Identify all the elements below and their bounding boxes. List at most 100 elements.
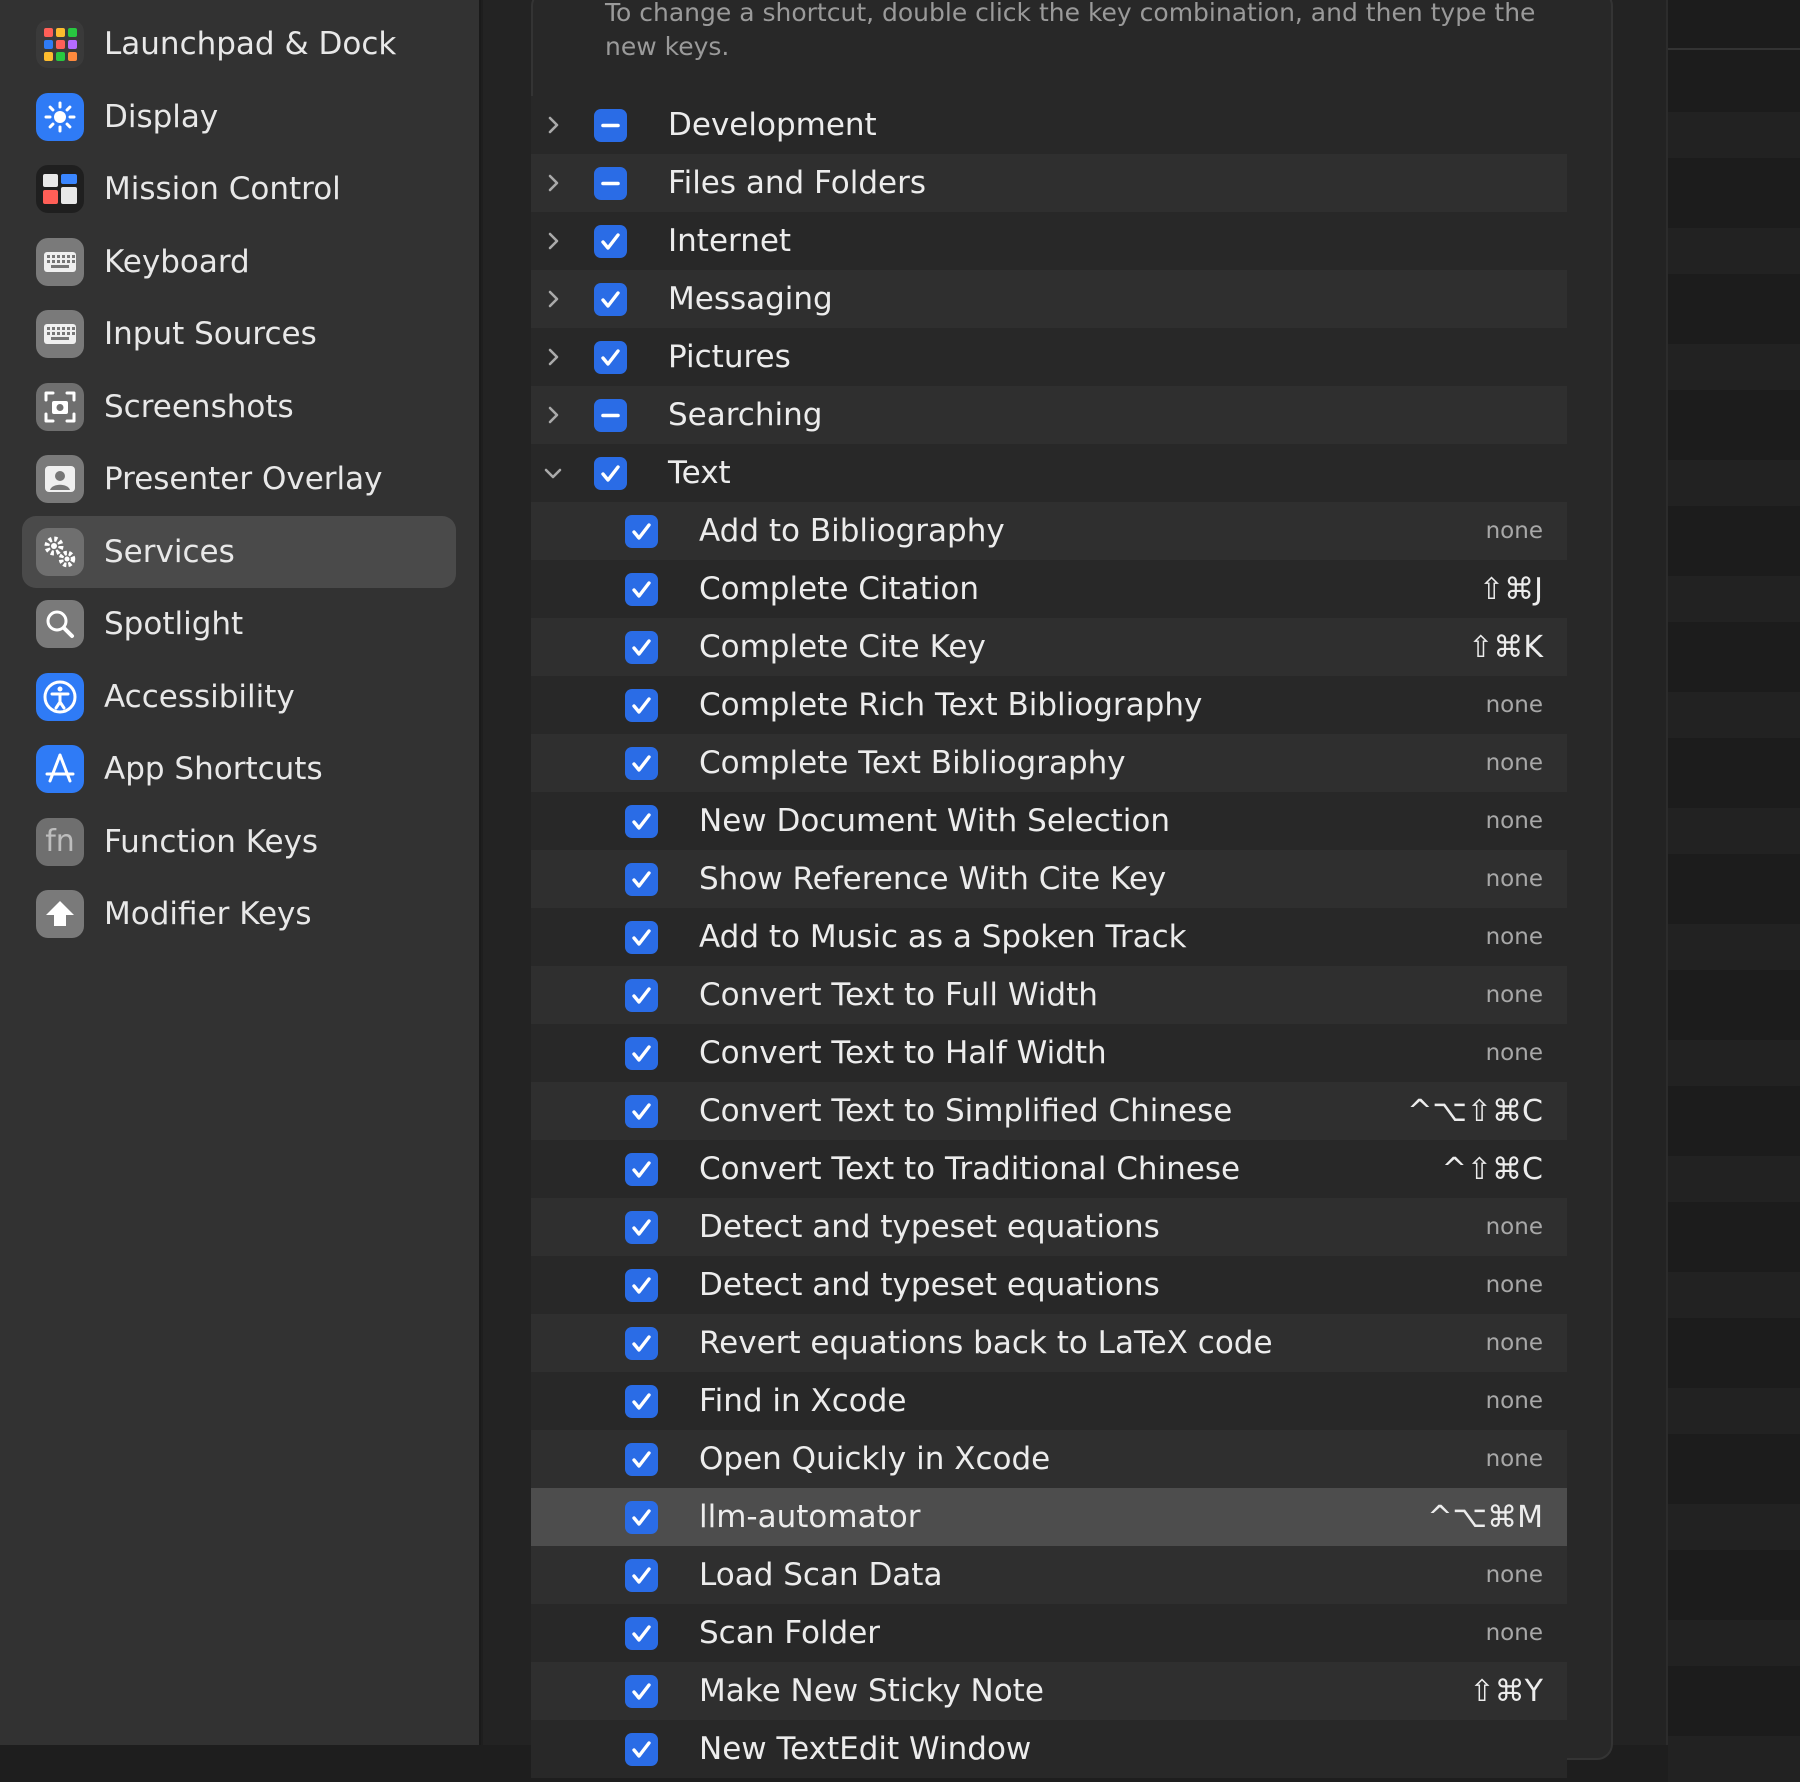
service-row[interactable]: Complete Rich Text Bibliography none: [531, 676, 1567, 734]
checkbox[interactable]: [625, 1500, 658, 1534]
shortcut-key[interactable]: none: [1486, 1562, 1543, 1588]
sidebar-item-function-keys[interactable]: fn Function Keys: [22, 806, 456, 878]
checkbox[interactable]: [625, 1152, 658, 1186]
checkbox[interactable]: [625, 1616, 658, 1650]
sidebar-item-accessibility[interactable]: Accessibility: [22, 661, 456, 733]
mixed-checkbox[interactable]: [594, 166, 627, 200]
shortcut-key[interactable]: none: [1486, 1388, 1543, 1414]
sidebar-item-keyboard[interactable]: Keyboard: [22, 226, 456, 298]
shortcut-key[interactable]: ⇧⌘K: [1468, 630, 1543, 665]
shortcut-key[interactable]: none: [1486, 1040, 1543, 1066]
checkbox[interactable]: [625, 1326, 658, 1360]
service-row[interactable]: Revert equations back to LaTeX code none: [531, 1314, 1567, 1372]
checkbox[interactable]: [625, 804, 658, 838]
sidebar-item-app-shortcuts[interactable]: App Shortcuts: [22, 733, 456, 805]
shortcut-key[interactable]: ⇧⌘J: [1479, 572, 1543, 607]
sidebar-item-spotlight[interactable]: Spotlight: [22, 588, 456, 660]
sidebar-item-presenter-overlay[interactable]: Presenter Overlay: [22, 443, 456, 515]
row-label: Complete Text Bibliography: [699, 745, 1126, 781]
service-row[interactable]: Find in Xcode none: [531, 1372, 1567, 1430]
checkbox[interactable]: [625, 514, 658, 548]
checkbox[interactable]: [625, 862, 658, 896]
checkbox[interactable]: [594, 340, 627, 374]
shortcut-key[interactable]: none: [1486, 982, 1543, 1008]
checkbox[interactable]: [625, 978, 658, 1012]
chevron-down-icon[interactable]: [541, 461, 565, 485]
category-row[interactable]: Files and Folders: [531, 154, 1567, 212]
shortcut-key[interactable]: none: [1486, 1272, 1543, 1298]
sidebar-item-input-sources[interactable]: Input Sources: [22, 298, 456, 370]
service-row[interactable]: New Document With Selection none: [531, 792, 1567, 850]
shortcut-key[interactable]: none: [1486, 1214, 1543, 1240]
shortcut-key[interactable]: none: [1486, 518, 1543, 544]
shortcut-key[interactable]: none: [1486, 808, 1543, 834]
checkbox[interactable]: [625, 1732, 658, 1766]
service-row[interactable]: Make New Sticky Note ⇧⌘Y: [531, 1662, 1567, 1720]
shortcut-key[interactable]: none: [1486, 866, 1543, 892]
shortcut-key[interactable]: none: [1486, 924, 1543, 950]
service-row[interactable]: Detect and typeset equations none: [531, 1198, 1567, 1256]
shortcut-key[interactable]: none: [1486, 750, 1543, 776]
sidebar-item-screenshots[interactable]: Screenshots: [22, 371, 456, 443]
service-row[interactable]: llm-automator ^⌥⌘M: [531, 1488, 1567, 1546]
service-row[interactable]: Convert Text to Traditional Chinese ^⇧⌘C: [531, 1140, 1567, 1198]
service-row[interactable]: Load Scan Data none: [531, 1546, 1567, 1604]
sidebar-item-display[interactable]: Display: [22, 81, 456, 153]
checkbox[interactable]: [625, 1442, 658, 1476]
shortcut-key[interactable]: none: [1486, 1446, 1543, 1472]
checkbox[interactable]: [625, 920, 658, 954]
checkbox[interactable]: [594, 282, 627, 316]
checkbox[interactable]: [594, 456, 627, 490]
shortcut-key[interactable]: none: [1486, 692, 1543, 718]
service-row[interactable]: Open Quickly in Xcode none: [531, 1430, 1567, 1488]
service-row[interactable]: Complete Citation ⇧⌘J: [531, 560, 1567, 618]
category-row[interactable]: Text: [531, 444, 1567, 502]
checkbox[interactable]: [625, 1036, 658, 1070]
chevron-right-icon[interactable]: [541, 287, 565, 311]
chevron-right-icon[interactable]: [541, 229, 565, 253]
checkbox[interactable]: [594, 224, 627, 258]
service-row[interactable]: Convert Text to Half Width none: [531, 1024, 1567, 1082]
sidebar-item-modifier-keys[interactable]: Modifier Keys: [22, 878, 456, 950]
checkbox[interactable]: [625, 746, 658, 780]
service-row[interactable]: New TextEdit Window: [531, 1720, 1567, 1778]
checkbox[interactable]: [625, 1268, 658, 1302]
service-row[interactable]: Scan Folder none: [531, 1604, 1567, 1662]
category-row[interactable]: Pictures: [531, 328, 1567, 386]
category-row[interactable]: Development: [531, 96, 1567, 154]
chevron-right-icon[interactable]: [541, 345, 565, 369]
shortcut-key[interactable]: ^⇧⌘C: [1442, 1152, 1543, 1187]
sidebar-item-launchpad-dock[interactable]: Launchpad & Dock: [22, 8, 456, 80]
sidebar-item-services[interactable]: Services: [22, 515, 456, 588]
shortcut-key[interactable]: none: [1486, 1330, 1543, 1356]
service-row[interactable]: Convert Text to Simplified Chinese ^⌥⇧⌘C: [531, 1082, 1567, 1140]
shortcut-key[interactable]: none: [1486, 1620, 1543, 1646]
checkbox[interactable]: [625, 630, 658, 664]
service-row[interactable]: Add to Bibliography none: [531, 502, 1567, 560]
category-row[interactable]: Searching: [531, 386, 1567, 444]
service-row[interactable]: Complete Cite Key ⇧⌘K: [531, 618, 1567, 676]
category-row[interactable]: Messaging: [531, 270, 1567, 328]
shortcut-key[interactable]: ⇧⌘Y: [1470, 1674, 1543, 1709]
mixed-checkbox[interactable]: [594, 108, 627, 142]
sidebar-item-mission-control[interactable]: Mission Control: [22, 153, 456, 225]
checkbox[interactable]: [625, 1674, 658, 1708]
chevron-right-icon[interactable]: [541, 113, 565, 137]
chevron-right-icon[interactable]: [541, 171, 565, 195]
checkbox[interactable]: [625, 688, 658, 722]
shortcut-key[interactable]: ^⌥⌘M: [1427, 1500, 1543, 1535]
checkbox[interactable]: [625, 572, 658, 606]
category-row[interactable]: Internet: [531, 212, 1567, 270]
shortcut-key[interactable]: ^⌥⇧⌘C: [1407, 1094, 1543, 1129]
chevron-right-icon[interactable]: [541, 403, 565, 427]
service-row[interactable]: Complete Text Bibliography none: [531, 734, 1567, 792]
service-row[interactable]: Add to Music as a Spoken Track none: [531, 908, 1567, 966]
service-row[interactable]: Detect and typeset equations none: [531, 1256, 1567, 1314]
mixed-checkbox[interactable]: [594, 398, 627, 432]
checkbox[interactable]: [625, 1210, 658, 1244]
checkbox[interactable]: [625, 1094, 658, 1128]
service-row[interactable]: Convert Text to Full Width none: [531, 966, 1567, 1024]
checkbox[interactable]: [625, 1558, 658, 1592]
checkbox[interactable]: [625, 1384, 658, 1418]
service-row[interactable]: Show Reference With Cite Key none: [531, 850, 1567, 908]
